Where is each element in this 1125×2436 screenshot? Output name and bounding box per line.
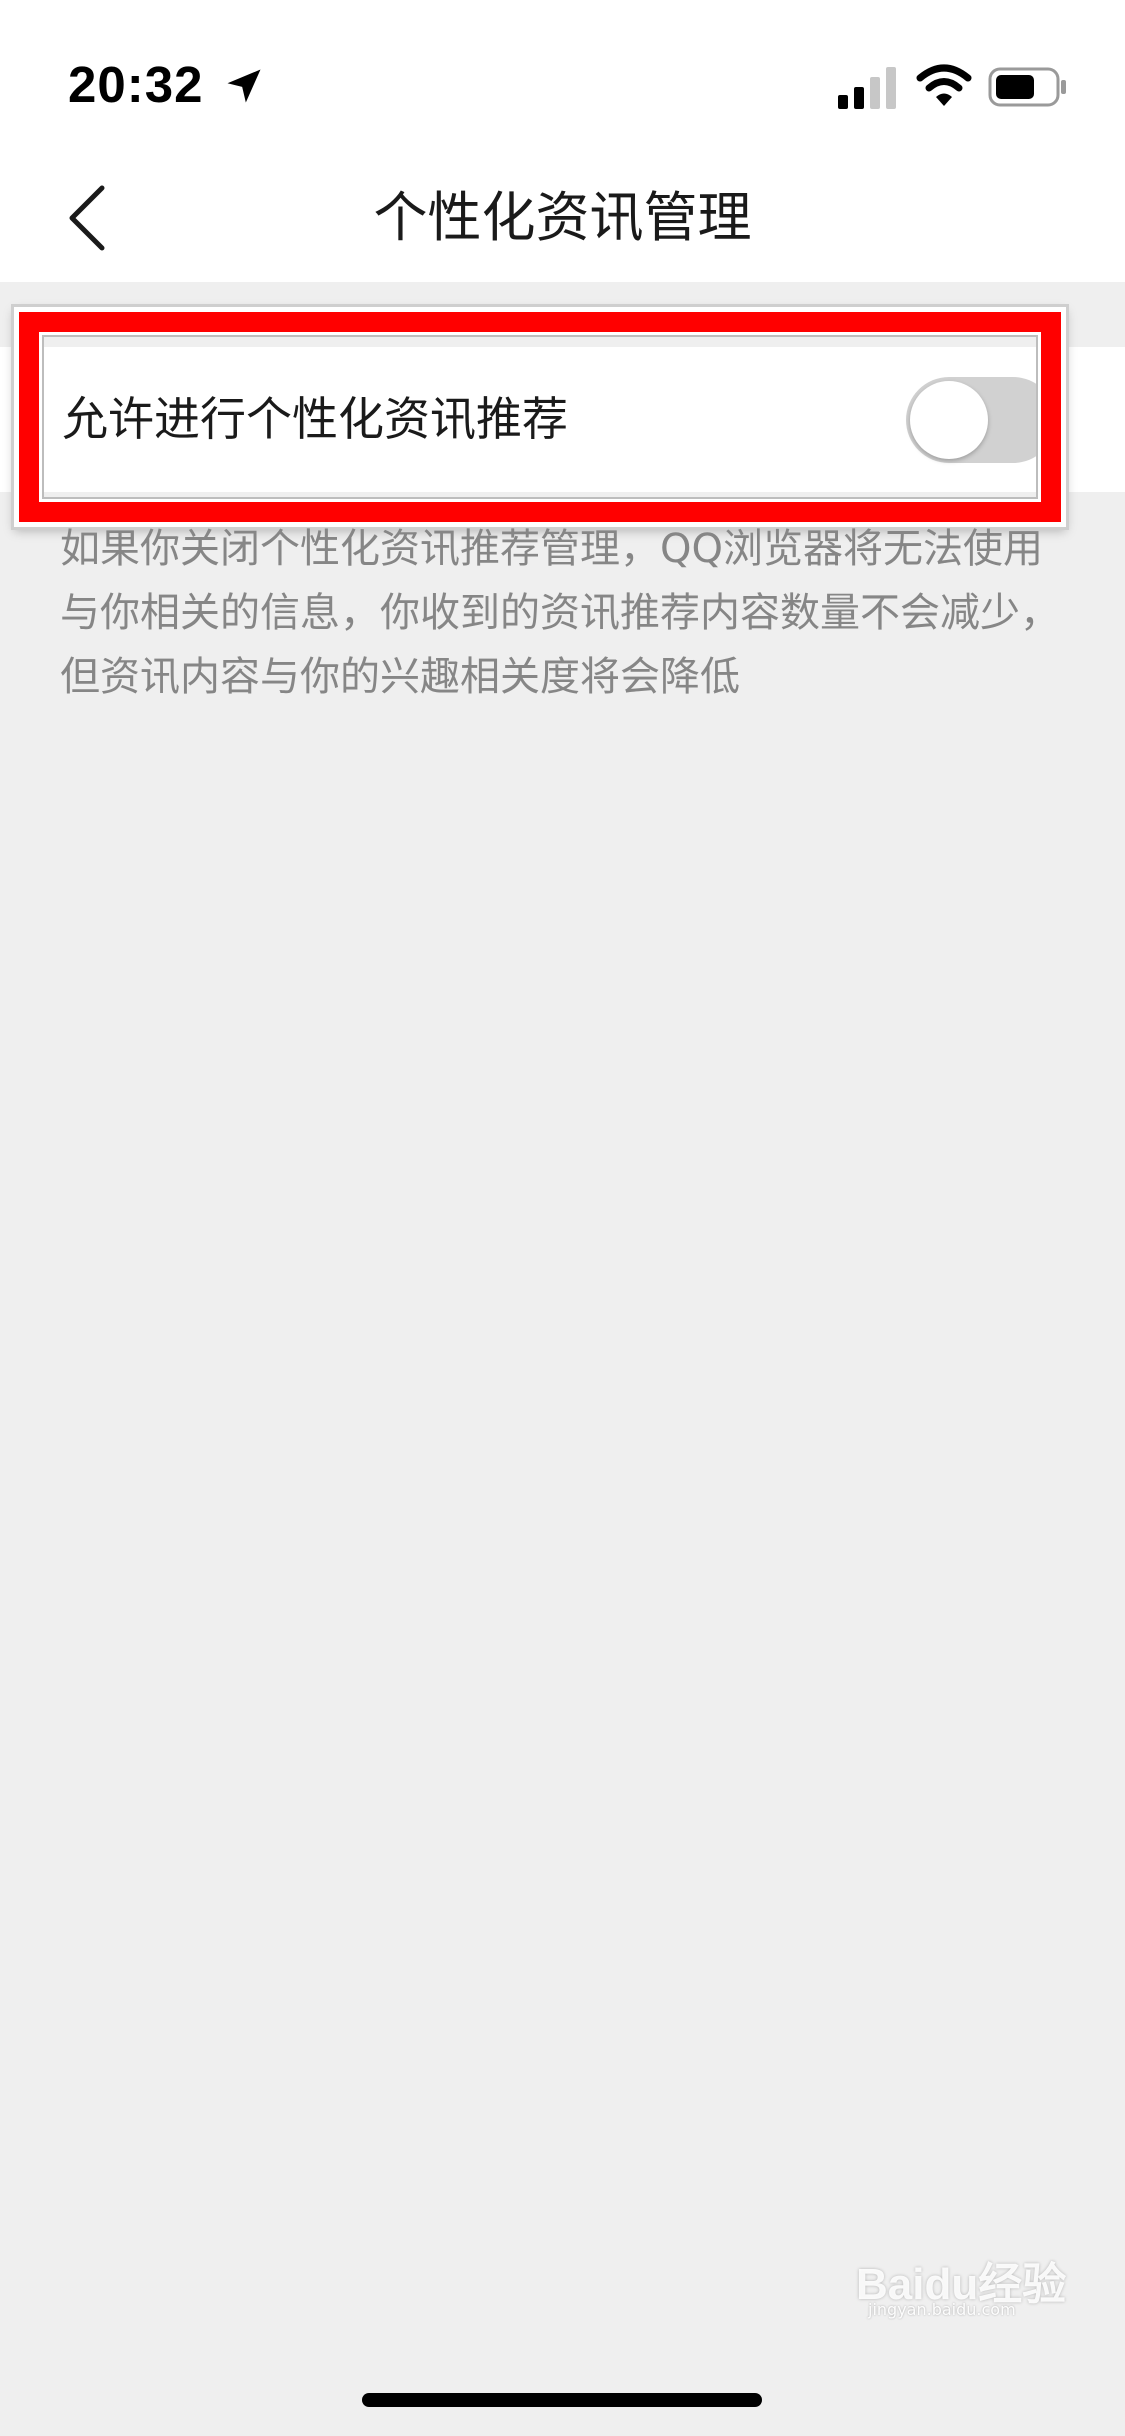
home-indicator [362, 2393, 762, 2407]
location-arrow-icon [227, 69, 261, 103]
status-time: 20:32 [68, 56, 204, 113]
battery-icon [988, 67, 1066, 107]
setting-row-personalized-recommendation: 允许进行个性化资讯推荐 [0, 347, 1125, 492]
description-text: 如果你关闭个性化资讯推荐管理，QQ浏览器将无法使用与你相关的信息，你收到的资讯推… [60, 526, 1060, 700]
nav-bar: 个性化资讯管理 [0, 150, 1125, 282]
page-title: 个性化资讯管理 [373, 186, 752, 249]
cellular-signal-icon [838, 67, 896, 109]
wifi-icon [916, 64, 972, 106]
toggle-knob [910, 381, 988, 459]
baidu-watermark-url: jingyan.baidu.com [868, 2300, 1016, 2319]
status-bar: 20:32 [0, 0, 1125, 150]
setting-label: 允许进行个性化资讯推荐 [62, 392, 568, 446]
personalized-recommendation-toggle[interactable] [906, 377, 1056, 463]
